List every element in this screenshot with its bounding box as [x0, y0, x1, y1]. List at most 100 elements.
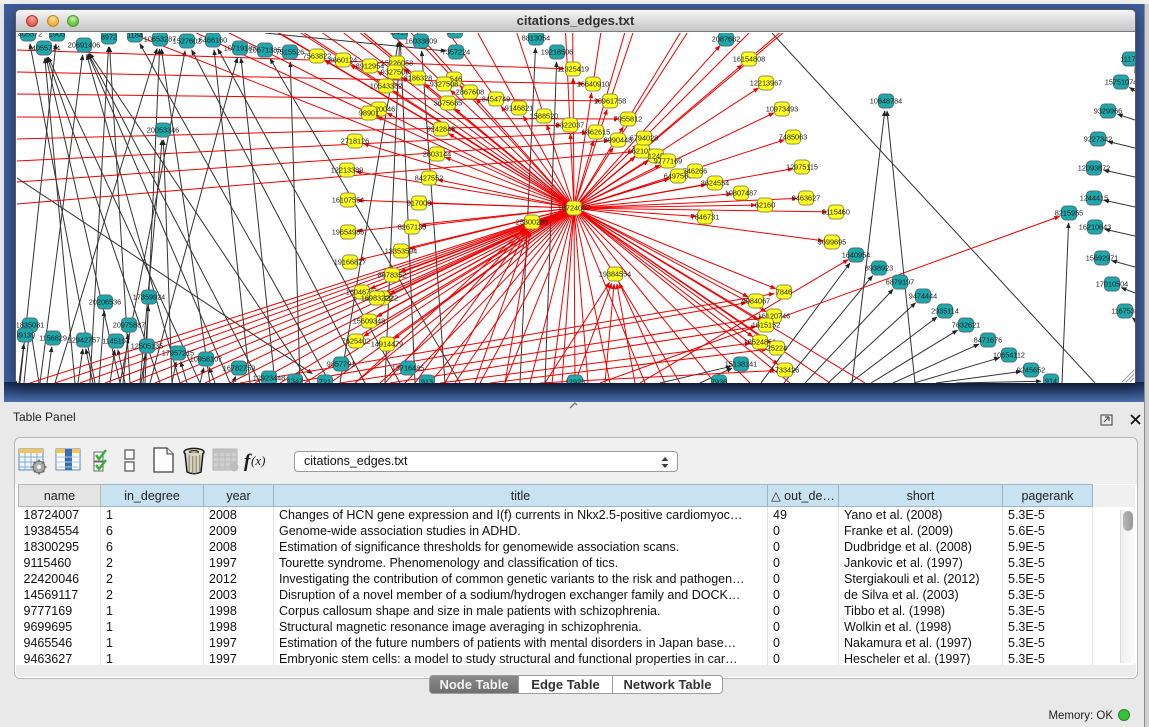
svg-text:12353594: 12353594 [385, 246, 417, 255]
svg-text:1184: 1184 [127, 33, 143, 39]
svg-text:16640910: 16640910 [577, 79, 609, 88]
svg-text:11325419: 11325419 [557, 64, 589, 73]
svg-text:917008: 917008 [407, 198, 431, 207]
svg-text:14055714: 14055714 [28, 43, 60, 52]
svg-text:2405572: 2405572 [17, 33, 42, 38]
svg-text:15692971: 15692971 [1086, 253, 1118, 262]
svg-text:9329966: 9329966 [1094, 106, 1122, 115]
svg-text:2718126: 2718126 [341, 136, 369, 145]
svg-text:1615152: 1615152 [752, 320, 780, 329]
svg-text:10807487: 10807487 [725, 188, 757, 197]
svg-text:10654112: 10654112 [993, 350, 1025, 359]
svg-text:17359924: 17359924 [133, 292, 165, 301]
svg-text:12213967: 12213967 [750, 78, 782, 87]
svg-text:20206536: 20206536 [89, 297, 121, 306]
svg-text:3624554: 3624554 [701, 178, 729, 187]
svg-text:9084067: 9084067 [742, 296, 770, 305]
svg-text:16154808: 16154808 [733, 54, 765, 63]
svg-text:20053346: 20053346 [147, 125, 179, 134]
svg-text:16033809: 16033809 [405, 36, 437, 45]
svg-text:1342: 1342 [287, 376, 303, 383]
svg-text:16782759: 16782759 [223, 363, 255, 372]
svg-text:18724007: 18724007 [558, 203, 590, 212]
svg-text:10961758: 10961758 [594, 96, 626, 105]
svg-text:8215955: 8215955 [1055, 208, 1083, 217]
svg-text:(x): (x) [251, 453, 265, 468]
svg-text:16107554: 16107554 [332, 195, 364, 204]
svg-text:12923: 12923 [565, 377, 585, 383]
svg-text:7936: 7936 [711, 377, 727, 383]
svg-text:25224: 25224 [767, 343, 787, 352]
svg-text:9463627: 9463627 [792, 193, 820, 202]
svg-text:20691406: 20691406 [68, 40, 100, 49]
svg-text:8454749: 8454749 [482, 94, 510, 103]
svg-text:10653287: 10653287 [144, 34, 176, 43]
svg-text:2867608: 2867608 [456, 87, 484, 96]
svg-text:7625402: 7625402 [342, 336, 370, 345]
svg-text:2347: 2347 [447, 33, 463, 35]
svg-text:62160: 62160 [755, 200, 775, 209]
svg-text:7515526: 7515526 [276, 47, 304, 56]
svg-text:3675685: 3675685 [434, 98, 462, 107]
svg-text:1640954: 1640954 [842, 250, 870, 259]
svg-text:98901: 98901 [359, 108, 379, 117]
svg-text:1733426: 1733426 [771, 365, 799, 374]
svg-text:10958107: 10958107 [190, 354, 222, 363]
svg-text:12942757: 12942757 [68, 335, 100, 344]
svg-text:12213389: 12213389 [331, 165, 363, 174]
svg-text:16210643: 16210643 [1079, 222, 1111, 231]
svg-text:914: 914 [1045, 376, 1057, 383]
svg-text:2803144: 2803144 [423, 149, 451, 158]
svg-text:19166827: 19166827 [334, 257, 366, 266]
svg-text:2087682: 2087682 [712, 34, 740, 43]
svg-text:8938923: 8938923 [865, 263, 893, 272]
svg-text:8678352: 8678352 [378, 270, 406, 279]
svg-text:9115460: 9115460 [822, 207, 850, 216]
svg-text:721: 721 [319, 377, 331, 383]
svg-text:8471676: 8471676 [974, 335, 1002, 344]
svg-text:9245652: 9245652 [1017, 365, 1045, 374]
svg-text:15609348: 15609348 [353, 316, 385, 325]
svg-text:9227342: 9227342 [1084, 134, 1112, 143]
svg-text:1244415: 1244415 [1080, 193, 1108, 202]
svg-text:15751074: 15751074 [1105, 77, 1135, 86]
svg-text:9242848: 9242848 [427, 124, 455, 133]
svg-text:2935114: 2935114 [931, 306, 959, 315]
svg-text:1588520: 1588520 [530, 111, 558, 120]
svg-text:9327508: 9327508 [430, 79, 458, 88]
svg-text:1156829: 1156829 [39, 333, 67, 342]
svg-text:1905: 1905 [49, 33, 65, 38]
svg-text:13716485: 13716485 [392, 363, 424, 372]
svg-text:19218506: 19218506 [541, 47, 573, 56]
svg-text:9777169: 9777169 [654, 156, 682, 165]
svg-text:1527602: 1527602 [173, 36, 201, 45]
svg-text:8912954: 8912954 [356, 61, 384, 70]
svg-text:6794028: 6794028 [630, 133, 658, 142]
svg-text:913: 913 [421, 377, 433, 383]
svg-text:12093872: 12093872 [1078, 163, 1110, 172]
svg-text:1145194: 1145194 [102, 336, 130, 345]
svg-text:25300285: 25300285 [516, 217, 548, 226]
svg-text:8322037: 8322037 [556, 120, 584, 129]
svg-text:14914479: 14914479 [371, 339, 403, 348]
svg-text:10973493: 10973493 [766, 104, 798, 113]
svg-text:7955812: 7955812 [614, 114, 642, 123]
svg-text:9327509: 9327509 [381, 67, 409, 76]
svg-text:39139: 39139 [17, 330, 35, 339]
svg-text:7632621: 7632621 [952, 320, 980, 329]
svg-text:8267130: 8267130 [398, 222, 426, 231]
svg-text:7485063: 7485063 [779, 132, 807, 141]
svg-text:8660124: 8660124 [329, 55, 357, 64]
svg-text:7357224: 7357224 [442, 47, 470, 56]
svg-text:8427552: 8427552 [415, 173, 443, 182]
svg-text:7846: 7846 [776, 287, 792, 296]
svg-text:12505135: 12505135 [131, 341, 163, 350]
svg-text:7563822: 7563822 [303, 51, 331, 60]
svg-text:9857791: 9857791 [327, 359, 355, 368]
svg-text:9146821: 9146821 [505, 103, 533, 112]
svg-text:15138141: 15138141 [725, 359, 757, 368]
svg-text:12923448: 12923448 [253, 373, 285, 382]
svg-text:8990448: 8990448 [604, 135, 632, 144]
svg-text:19654985: 19654985 [332, 227, 364, 236]
svg-text:6879197: 6879197 [886, 277, 914, 286]
